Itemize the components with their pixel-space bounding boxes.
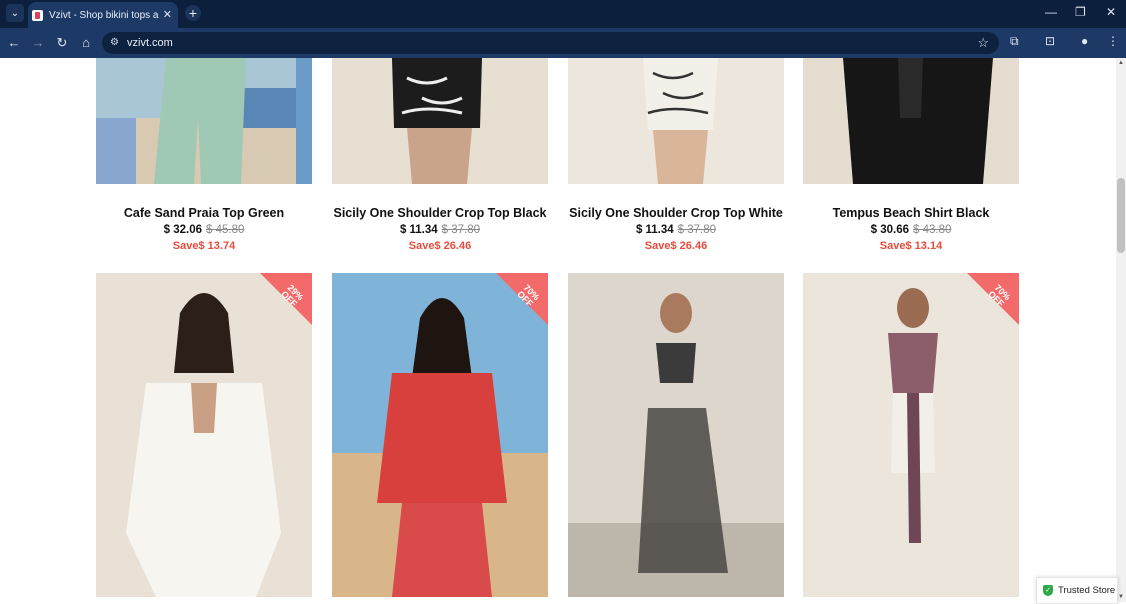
tab-bar: ⌄ Vzivt - Shop bikini tops and bo ✕ + — … bbox=[0, 0, 1126, 28]
browser-tab[interactable]: Vzivt - Shop bikini tops and bo ✕ bbox=[28, 2, 178, 28]
current-price: $ 11.34 bbox=[399, 224, 438, 236]
product-title[interactable]: Tempus Beach Shirt Black bbox=[803, 206, 1019, 220]
original-price: $ 45.80 bbox=[206, 224, 245, 236]
extensions-icon[interactable]: ⧉ bbox=[1010, 34, 1019, 49]
price-line: $ 11.34 $ 37.80 bbox=[568, 224, 784, 236]
home-icon[interactable]: ⌂ bbox=[78, 35, 94, 50]
tab-title: Vzivt - Shop bikini tops and bo bbox=[49, 9, 159, 21]
scroll-up-icon[interactable]: ▲ bbox=[1118, 60, 1124, 66]
savings-label: Save$ 26.46 bbox=[644, 240, 708, 252]
original-price: $ 37.80 bbox=[441, 224, 481, 236]
reload-icon[interactable]: ↻ bbox=[54, 35, 70, 51]
product-image[interactable] bbox=[803, 58, 1019, 184]
address-bar[interactable]: ⚙ vzivt.com ☆ bbox=[102, 32, 999, 54]
minimize-icon[interactable]: — bbox=[1045, 5, 1057, 19]
product-title[interactable]: Sicily One Shoulder Crop Top Black bbox=[332, 206, 548, 220]
page-viewport: Cafe Sand Praia Top Green $ 32.06 $ 45.80… bbox=[0, 58, 1116, 602]
site-info-icon[interactable]: ⚙ bbox=[110, 37, 119, 48]
product-image[interactable] bbox=[568, 273, 784, 597]
current-price: $ 30.66 bbox=[870, 224, 909, 236]
discount-badge: 70% OFF bbox=[967, 273, 1019, 325]
original-price: $ 37.80 bbox=[677, 224, 717, 236]
trusted-store-badge[interactable]: ✓ Trusted Store bbox=[1036, 577, 1118, 604]
price-line: $ 30.66 $ 43.80 bbox=[803, 224, 1019, 236]
current-price: $ 32.06 bbox=[163, 224, 202, 236]
profile-icon[interactable]: ● bbox=[1081, 34, 1088, 48]
url-text[interactable]: vzivt.com bbox=[127, 37, 173, 49]
bookmark-star-icon[interactable]: ☆ bbox=[977, 35, 989, 51]
close-window-icon[interactable]: ✕ bbox=[1106, 5, 1116, 19]
product-image[interactable] bbox=[332, 58, 548, 184]
savings-label: Save$ 13.74 bbox=[172, 240, 236, 252]
current-price: $ 11.34 bbox=[635, 224, 674, 236]
site-favicon-icon bbox=[32, 9, 43, 21]
price-line: $ 11.34 $ 37.80 bbox=[332, 224, 548, 236]
original-price: $ 43.80 bbox=[913, 224, 952, 236]
browser-toolbar: ← → ↻ ⌂ ⚙ vzivt.com ☆ ⧉ ⊡ ● ⋮ bbox=[0, 28, 1126, 58]
forward-icon[interactable]: → bbox=[30, 35, 46, 50]
savings-label: Save$ 13.14 bbox=[879, 240, 943, 252]
product-image[interactable] bbox=[96, 58, 312, 184]
tab-search-icon[interactable]: ⌄ bbox=[6, 4, 24, 22]
menu-kebab-icon[interactable]: ⋮ bbox=[1107, 34, 1119, 48]
shield-check-icon: ✓ bbox=[1043, 585, 1053, 596]
screenshot-icon[interactable]: ⊡ bbox=[1045, 34, 1055, 48]
close-tab-icon[interactable]: ✕ bbox=[163, 8, 172, 21]
product-title[interactable]: Sicily One Shoulder Crop Top White bbox=[568, 206, 784, 220]
product-title[interactable]: Cafe Sand Praia Top Green bbox=[96, 206, 312, 220]
restore-icon[interactable]: ❐ bbox=[1075, 5, 1086, 19]
price-line: $ 32.06 $ 45.80 bbox=[96, 224, 312, 236]
new-tab-button[interactable]: + bbox=[185, 5, 201, 21]
product-image[interactable] bbox=[568, 58, 784, 184]
discount-badge: 29% OFF bbox=[260, 273, 312, 325]
page-scrollbar[interactable]: ▲ ▼ bbox=[1116, 58, 1126, 602]
scroll-down-icon[interactable]: ▼ bbox=[1118, 594, 1124, 600]
savings-label: Save$ 26.46 bbox=[408, 240, 472, 252]
trusted-store-label: Trusted Store bbox=[1058, 585, 1116, 596]
back-icon[interactable]: ← bbox=[6, 35, 22, 50]
scroll-thumb[interactable] bbox=[1117, 178, 1125, 253]
discount-badge: 70% OFF bbox=[496, 273, 548, 325]
